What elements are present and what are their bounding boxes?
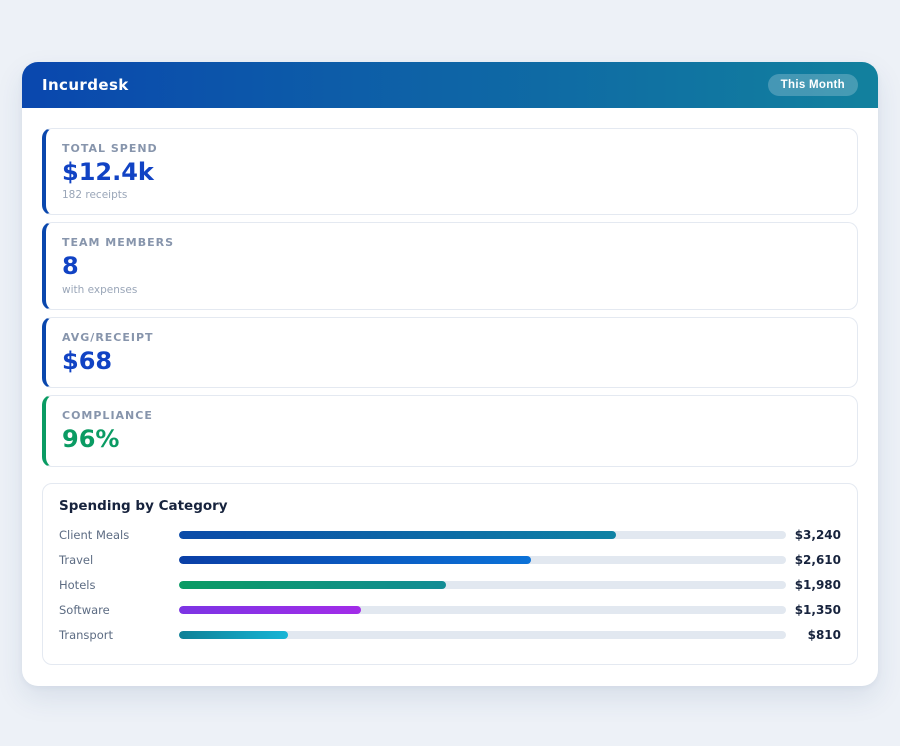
dashboard-panel: Incurdesk This Month TOTAL SPEND $12.4k …	[22, 62, 878, 686]
chart-title: Spending by Category	[59, 497, 228, 514]
chart-row: Travel $2,610	[59, 548, 841, 573]
stat-value: 96%	[62, 425, 120, 454]
stat-value: $68	[62, 346, 113, 375]
category-value: $3,240	[794, 528, 841, 543]
stat-label: COMPLIANCE	[62, 409, 153, 423]
bar-fill	[179, 531, 617, 540]
stat-card: AVG/RECEIPT $68	[42, 316, 858, 389]
app-header: Incurdesk This Month	[22, 62, 878, 108]
chart-row: Software $1,350	[59, 598, 841, 623]
bar-fill	[179, 556, 532, 565]
category-value: $1,350	[794, 603, 841, 618]
stat-card: COMPLIANCE 96%	[42, 395, 858, 467]
bar-track	[179, 631, 786, 640]
chart-row: Hotels $1,980	[59, 573, 841, 598]
bar-track	[179, 606, 786, 615]
app-title: Incurdesk	[42, 76, 129, 94]
stat-value: 8	[62, 252, 79, 281]
category-value: $2,610	[794, 553, 841, 568]
spending-chart-card: Spending by Category Client Meals $3,240…	[42, 482, 858, 665]
stat-sub: with expenses	[62, 283, 138, 296]
bar-track	[179, 581, 786, 590]
category-value: $1,980	[794, 578, 841, 593]
bar-fill	[179, 606, 362, 615]
stat-label: TOTAL SPEND	[62, 142, 158, 155]
stat-card: TOTAL SPEND $12.4k 182 receipts	[42, 128, 858, 216]
stat-value: $12.4k	[62, 158, 154, 186]
category-label: Client Meals	[59, 528, 130, 543]
stat-label: TEAM MEMBERS	[62, 236, 175, 250]
category-label: Travel	[59, 553, 94, 568]
category-label: Software	[59, 603, 110, 618]
bar-fill	[179, 581, 447, 590]
dashboard-content: TOTAL SPEND $12.4k 182 receipts TEAM MEM…	[22, 108, 878, 685]
stat-sub: 182 receipts	[62, 189, 128, 202]
category-label: Hotels	[59, 578, 96, 593]
stat-card: TEAM MEMBERS 8 with expenses	[42, 222, 858, 310]
period-badge[interactable]: This Month	[767, 74, 858, 96]
chart-row: Client Meals $3,240	[59, 523, 841, 548]
bar-track	[179, 556, 786, 565]
bar-fill	[179, 631, 289, 640]
category-label: Transport	[59, 628, 113, 643]
stat-label: AVG/RECEIPT	[62, 330, 154, 344]
category-value: $810	[807, 628, 841, 643]
chart-row: Transport $810	[59, 623, 841, 648]
bar-track	[179, 531, 786, 540]
